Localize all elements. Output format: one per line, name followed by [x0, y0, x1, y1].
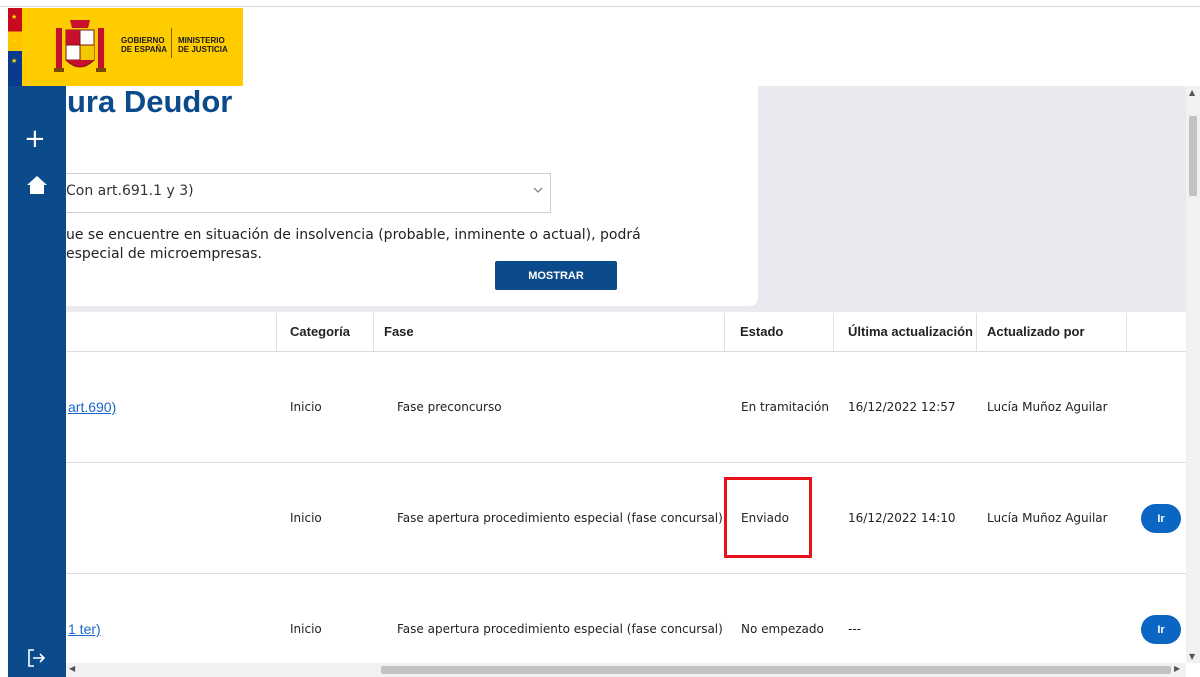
column-divider: [373, 313, 374, 351]
description-line: ue se encuentre en situación de insolven…: [66, 227, 641, 243]
procedure-link[interactable]: 1 ter): [68, 574, 101, 677]
scroll-right-icon[interactable]: ▶: [1174, 664, 1180, 673]
row-fase: Fase apertura procedimiento especial (fa…: [397, 622, 723, 636]
home-icon[interactable]: [26, 174, 48, 196]
row-fecha: ---: [848, 622, 861, 636]
scroll-left-icon[interactable]: ◀: [69, 664, 75, 673]
procedure-link[interactable]: art.690): [68, 352, 116, 462]
vertical-scrollbar[interactable]: ▲ ▼: [1186, 86, 1200, 663]
row-estado: No empezado: [741, 622, 824, 636]
row-fecha: 16/12/2022 12:57: [848, 400, 956, 414]
chevron-down-icon: [533, 187, 543, 193]
logout-icon[interactable]: [24, 646, 48, 670]
table-header: Categoría Fase Estado Última actualizaci…: [66, 313, 1186, 352]
header-estado[interactable]: Estado: [740, 313, 783, 351]
gobierno-logo: ★ ★ ★ GOBIERNO DE ESPAÑA MINISTERIO DE J…: [8, 8, 243, 86]
row-categoria: Inicio: [290, 400, 322, 414]
logo-text: GOBIERNO: [121, 36, 165, 45]
eu-flag-strip: ★ ★ ★: [8, 8, 22, 86]
column-divider: [833, 313, 834, 351]
horizontal-scroll-thumb[interactable]: [381, 666, 1171, 674]
table-row: 1 ter) Inicio Fase apertura procedimient…: [66, 574, 1186, 677]
coat-of-arms-icon: [54, 20, 106, 72]
procedure-select[interactable]: Con art.691.1 y 3): [66, 173, 551, 213]
header-actualizado-por[interactable]: Actualizado por: [987, 313, 1085, 351]
table-row: art.690) Inicio Fase preconcurso En tram…: [66, 352, 1186, 463]
row-fase: Fase apertura procedimiento especial (fa…: [397, 511, 723, 525]
row-fase: Fase preconcurso: [397, 400, 502, 414]
column-divider: [1126, 313, 1127, 351]
scroll-up-icon[interactable]: ▲: [1189, 88, 1195, 97]
star-icon: ★: [11, 37, 18, 45]
column-divider: [276, 313, 277, 351]
column-divider: [976, 313, 977, 351]
select-value: Con art.691.1 y 3): [66, 183, 194, 199]
row-categoria: Inicio: [290, 622, 322, 636]
logo-separator: [171, 28, 172, 58]
procedure-description: ue se encuentre en situación de insolven…: [66, 226, 641, 264]
page: ★ ★ ★ GOBIERNO DE ESPAÑA MINISTERIO DE J…: [0, 0, 1200, 677]
row-usuario: Lucía Muñoz Aguilar: [987, 400, 1108, 414]
table-row: Inicio Fase apertura procedimiento espec…: [66, 463, 1186, 574]
logo-text: DE ESPAÑA: [121, 45, 168, 54]
star-icon: ★: [11, 57, 18, 65]
scroll-down-icon[interactable]: ▼: [1189, 652, 1195, 661]
ir-button[interactable]: Ir: [1141, 504, 1181, 533]
header-ultima-actualizacion[interactable]: Última actualización: [848, 313, 973, 351]
window-top-border: [0, 6, 1200, 7]
star-icon: ★: [11, 13, 18, 21]
row-categoria: Inicio: [290, 511, 322, 525]
row-usuario: Lucía Muñoz Aguilar: [987, 511, 1108, 525]
mostrar-button[interactable]: MOSTRAR: [495, 261, 617, 290]
ir-button[interactable]: Ir: [1141, 615, 1181, 644]
vertical-scroll-thumb[interactable]: [1189, 116, 1197, 196]
logo-text: DE JUSTICIA: [178, 45, 228, 54]
highlight-box: [724, 477, 812, 558]
row-estado: En tramitación: [741, 400, 829, 414]
header-fase[interactable]: Fase: [384, 313, 414, 351]
page-title: ura Deudor: [67, 84, 233, 119]
sidebar: +: [8, 86, 66, 677]
logo-text: MINISTERIO: [178, 36, 225, 45]
plus-icon[interactable]: +: [24, 126, 46, 152]
column-divider: [724, 313, 725, 351]
horizontal-scrollbar[interactable]: ◀ ▶: [66, 663, 1186, 677]
row-fecha: 16/12/2022 14:10: [848, 511, 956, 525]
header-categoria[interactable]: Categoría: [290, 313, 350, 351]
